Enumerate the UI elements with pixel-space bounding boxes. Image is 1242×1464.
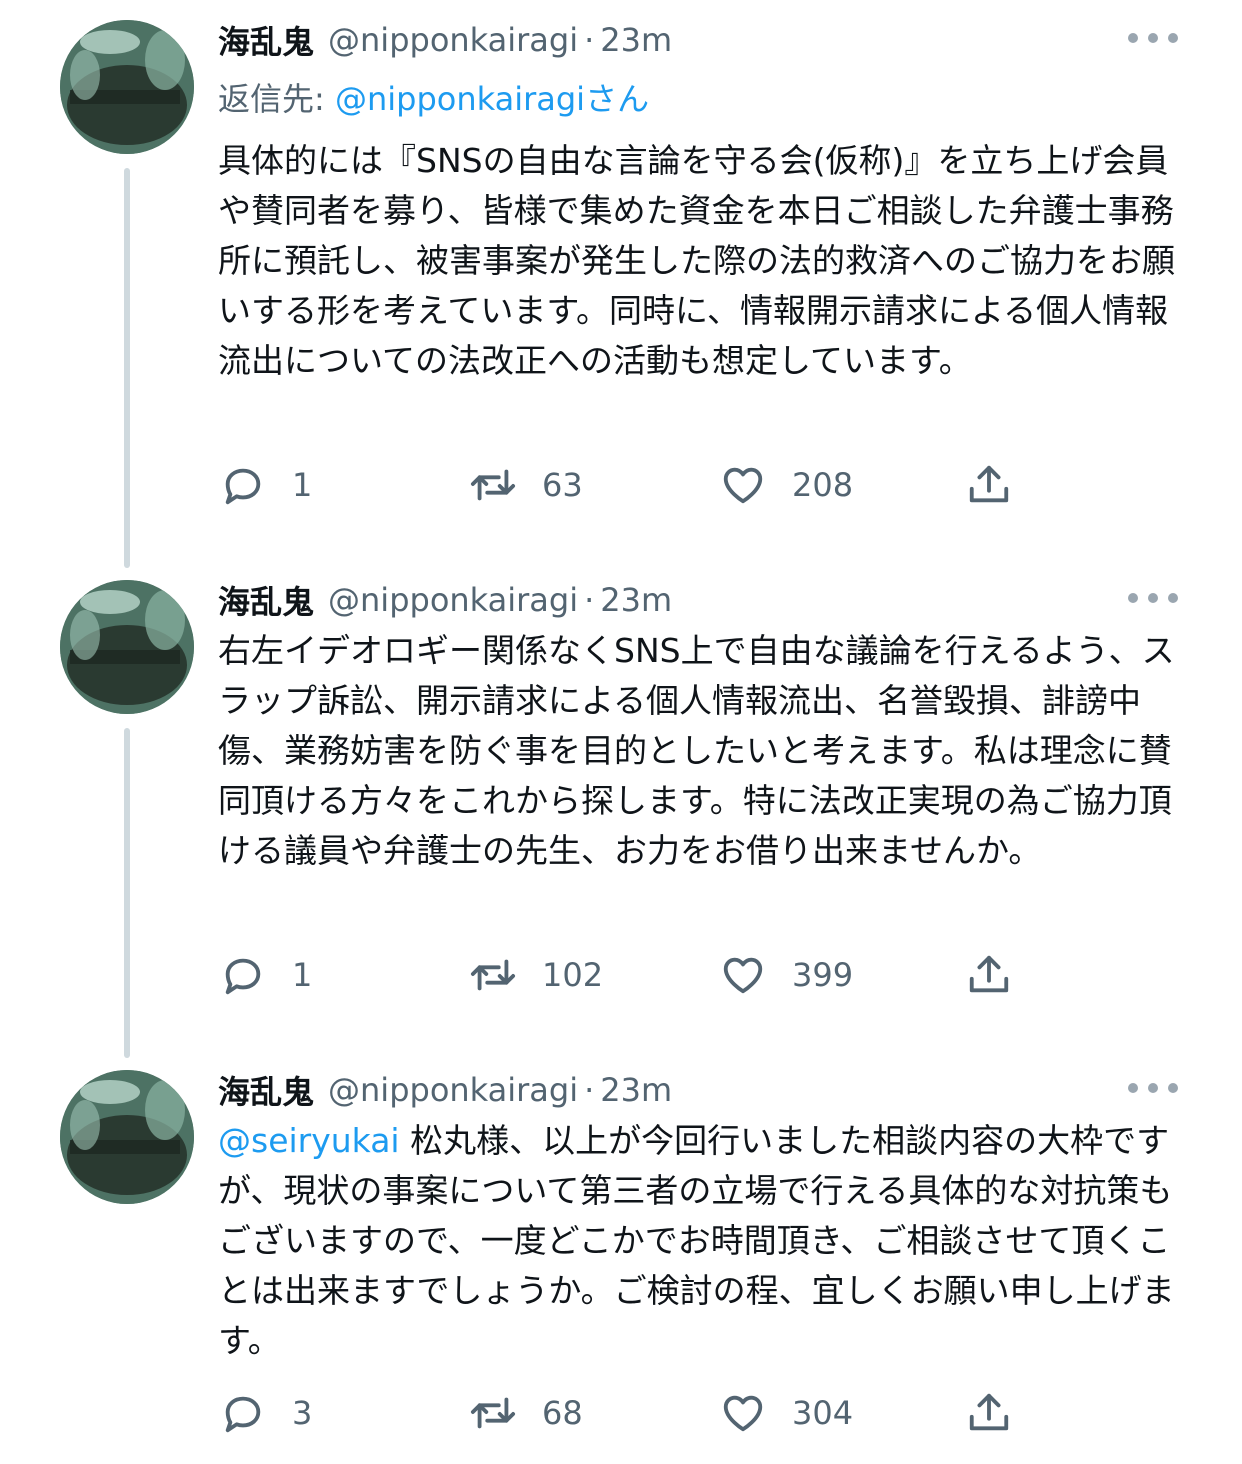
reply-mention[interactable]: @nipponkairagi (335, 80, 585, 118)
reply-button[interactable]: 1 (218, 460, 312, 510)
reply-icon (218, 460, 268, 510)
tweet-text: 右左イデオロギー関係なくSNS上で自由な議論を行えるよう、スラップ訴訟、開示請求… (218, 631, 1175, 870)
retweet-button[interactable]: 63 (468, 460, 583, 510)
tweet-text: @seiryukai 松丸様、以上が今回行いました相談内容の大枠ですが、現状の事… (218, 1116, 1178, 1366)
timestamp[interactable]: 23m (600, 581, 672, 619)
like-button[interactable]: 208 (718, 460, 853, 510)
reply-icon (218, 950, 268, 1000)
tweet-actions: 3 68 304 (218, 1388, 1018, 1438)
reply-count: 1 (292, 466, 313, 504)
display-name[interactable]: 海乱鬼 (218, 577, 314, 623)
reply-label: 返信先: (218, 80, 335, 118)
handle[interactable]: @nipponkairagi (328, 581, 578, 619)
more-icon[interactable] (1128, 1078, 1178, 1098)
avatar[interactable] (60, 580, 194, 714)
reply-count: 1 (292, 956, 313, 994)
reply-icon (218, 1388, 268, 1438)
tweet-header: 海乱鬼 @nipponkairagi · 23m (218, 18, 672, 62)
tweet-actions: 1 63 208 (218, 460, 1018, 510)
tweet-header: 海乱鬼 @nipponkairagi · 23m (218, 1068, 672, 1112)
like-count: 208 (792, 466, 854, 504)
reply-button[interactable]: 1 (218, 950, 312, 1000)
like-count: 304 (792, 1394, 854, 1432)
retweet-count: 68 (542, 1394, 583, 1432)
share-icon (964, 1388, 1014, 1438)
heart-icon (718, 1388, 768, 1438)
separator: · (584, 21, 595, 59)
retweet-count: 102 (542, 956, 604, 994)
share-button[interactable] (964, 950, 1014, 1000)
reply-button[interactable]: 3 (218, 1388, 312, 1438)
share-button[interactable] (964, 460, 1014, 510)
tweet-actions: 1 102 399 (218, 950, 1018, 1000)
reply-suffix: さん (585, 80, 650, 118)
handle[interactable]: @nipponkairagi (328, 21, 578, 59)
avatar[interactable] (60, 1070, 194, 1204)
retweet-button[interactable]: 68 (468, 1388, 583, 1438)
retweet-button[interactable]: 102 (468, 950, 603, 1000)
separator: · (584, 581, 595, 619)
separator: · (584, 1071, 595, 1109)
display-name[interactable]: 海乱鬼 (218, 1067, 314, 1113)
timestamp[interactable]: 23m (600, 21, 672, 59)
share-icon (964, 460, 1014, 510)
more-icon[interactable] (1128, 588, 1178, 608)
tweet-text: 具体的には『SNSの自由な言論を守る会(仮称)』を立ち上げ会員や賛同者を募り、皆… (218, 141, 1175, 380)
share-icon (964, 950, 1014, 1000)
heart-icon (718, 950, 768, 1000)
tweet[interactable]: 海乱鬼 @nipponkairagi · 23m @seiryukai 松丸様、… (0, 1060, 1242, 1464)
tweet[interactable]: 海乱鬼 @nipponkairagi · 23m 右左イデオロギー関係なくSNS… (0, 570, 1242, 1040)
display-name[interactable]: 海乱鬼 (218, 17, 314, 63)
handle[interactable]: @nipponkairagi (328, 1071, 578, 1109)
share-button[interactable] (964, 1388, 1014, 1438)
tweet-thread: 海乱鬼 @nipponkairagi · 23m 返信先: @nipponkai… (0, 0, 1242, 1464)
like-button[interactable]: 304 (718, 1388, 853, 1438)
more-icon[interactable] (1128, 28, 1178, 48)
timestamp[interactable]: 23m (600, 1071, 672, 1109)
avatar[interactable] (60, 20, 194, 154)
heart-icon (718, 460, 768, 510)
retweet-icon (468, 460, 518, 510)
retweet-count: 63 (542, 466, 583, 504)
reply-count: 3 (292, 1394, 313, 1432)
mention-link[interactable]: @seiryukai (218, 1121, 400, 1160)
like-count: 399 (792, 956, 854, 994)
retweet-icon (468, 950, 518, 1000)
retweet-icon (468, 1388, 518, 1438)
tweet[interactable]: 海乱鬼 @nipponkairagi · 23m 返信先: @nipponkai… (0, 0, 1242, 540)
tweet-header: 海乱鬼 @nipponkairagi · 23m (218, 578, 672, 622)
reply-to: 返信先: @nipponkairagiさん (218, 74, 649, 120)
like-button[interactable]: 399 (718, 950, 853, 1000)
